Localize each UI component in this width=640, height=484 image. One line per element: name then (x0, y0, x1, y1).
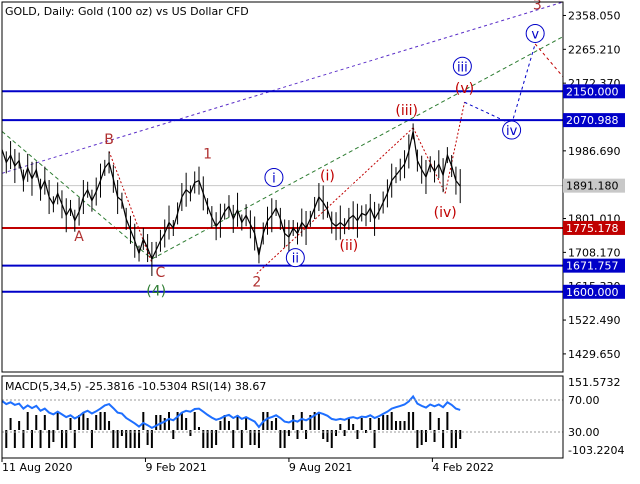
wave-label: 1 (203, 147, 212, 163)
x-tick-label: 11 Aug 2020 (2, 461, 72, 474)
chart: A B C (4) 1 2 3 i ii iii iv v (i) (ii) (iii) (iv) (v) MA… (0, 0, 640, 480)
indicator-tick-label: 30.00 (568, 426, 600, 439)
main-frame (1, 1, 564, 373)
y-tick-label: 2265.210 (568, 43, 621, 56)
wave-label: ii (292, 252, 299, 267)
wave-label: (iv) (434, 205, 457, 221)
axes: GOLD, Daily: Gold (100 oz) vs US Dollar … (1, 1, 625, 474)
y-tick-label: 1986.690 (568, 145, 621, 158)
wave-label: (v) (455, 81, 474, 97)
level-label: 1671.757 (566, 260, 619, 273)
wave-projection-line (444, 102, 465, 194)
wave-label: (i) (320, 169, 335, 185)
y-tick-label: 2358.050 (568, 9, 621, 22)
x-tick-label: 9 Aug 2021 (289, 461, 352, 474)
level-label: 2070.988 (566, 114, 619, 127)
x-tick-label: 4 Feb 2022 (432, 461, 493, 474)
wave-label: (4) (146, 283, 166, 299)
y-tick-label: 1708.170 (568, 246, 621, 259)
wave-label: C (156, 265, 166, 281)
wave-label: 2 (252, 274, 261, 290)
wave-label: iv (506, 124, 518, 139)
wave-projection-line (1, 1, 564, 174)
wave-label: (ii) (340, 238, 359, 254)
wave-label: A (74, 229, 84, 245)
level-label: 1600.000 (566, 286, 619, 299)
chart-svg: ABC(4)123iiiiiiivv(i)(ii)(iii)(iv)(v) MA… (1, 0, 625, 474)
x-tick-label: 9 Feb 2021 (145, 461, 206, 474)
wave-projection-line (534, 43, 564, 78)
main-panel: ABC(4)123iiiiiiivv(i)(ii)(iii)(iv)(v) (1, 0, 564, 299)
indicator-label: MACD(5,34,5) -25.3816 -10.5304 RSI(14) 3… (5, 380, 266, 393)
wave-label: i (272, 171, 276, 186)
indicator-panel: MACD(5,34,5) -25.3816 -10.5304 RSI(14) 3… (1, 380, 563, 448)
y-tick-label: 1522.490 (568, 314, 621, 327)
wave-label: v (531, 27, 539, 42)
y-tick-label: 1429.650 (568, 348, 621, 361)
wave-projection-line (511, 43, 536, 125)
indicator-tick-label: 151.5732 (568, 376, 621, 389)
indicator-tick-label: 70.00 (568, 394, 600, 407)
current-price-label: 1891.180 (566, 180, 619, 193)
chart-title: GOLD, Daily: Gold (100 oz) vs US Dollar … (5, 5, 249, 18)
wave-projection-line (108, 151, 153, 263)
wave-label: iii (457, 60, 468, 75)
level-label: 2150.000 (566, 85, 619, 98)
wave-projection-line (256, 127, 414, 274)
wave-label: B (104, 132, 114, 148)
wave-label: (iii) (395, 103, 418, 119)
level-label: 1775.178 (566, 222, 619, 235)
indicator-tick-label: -103.2204 (568, 444, 624, 457)
